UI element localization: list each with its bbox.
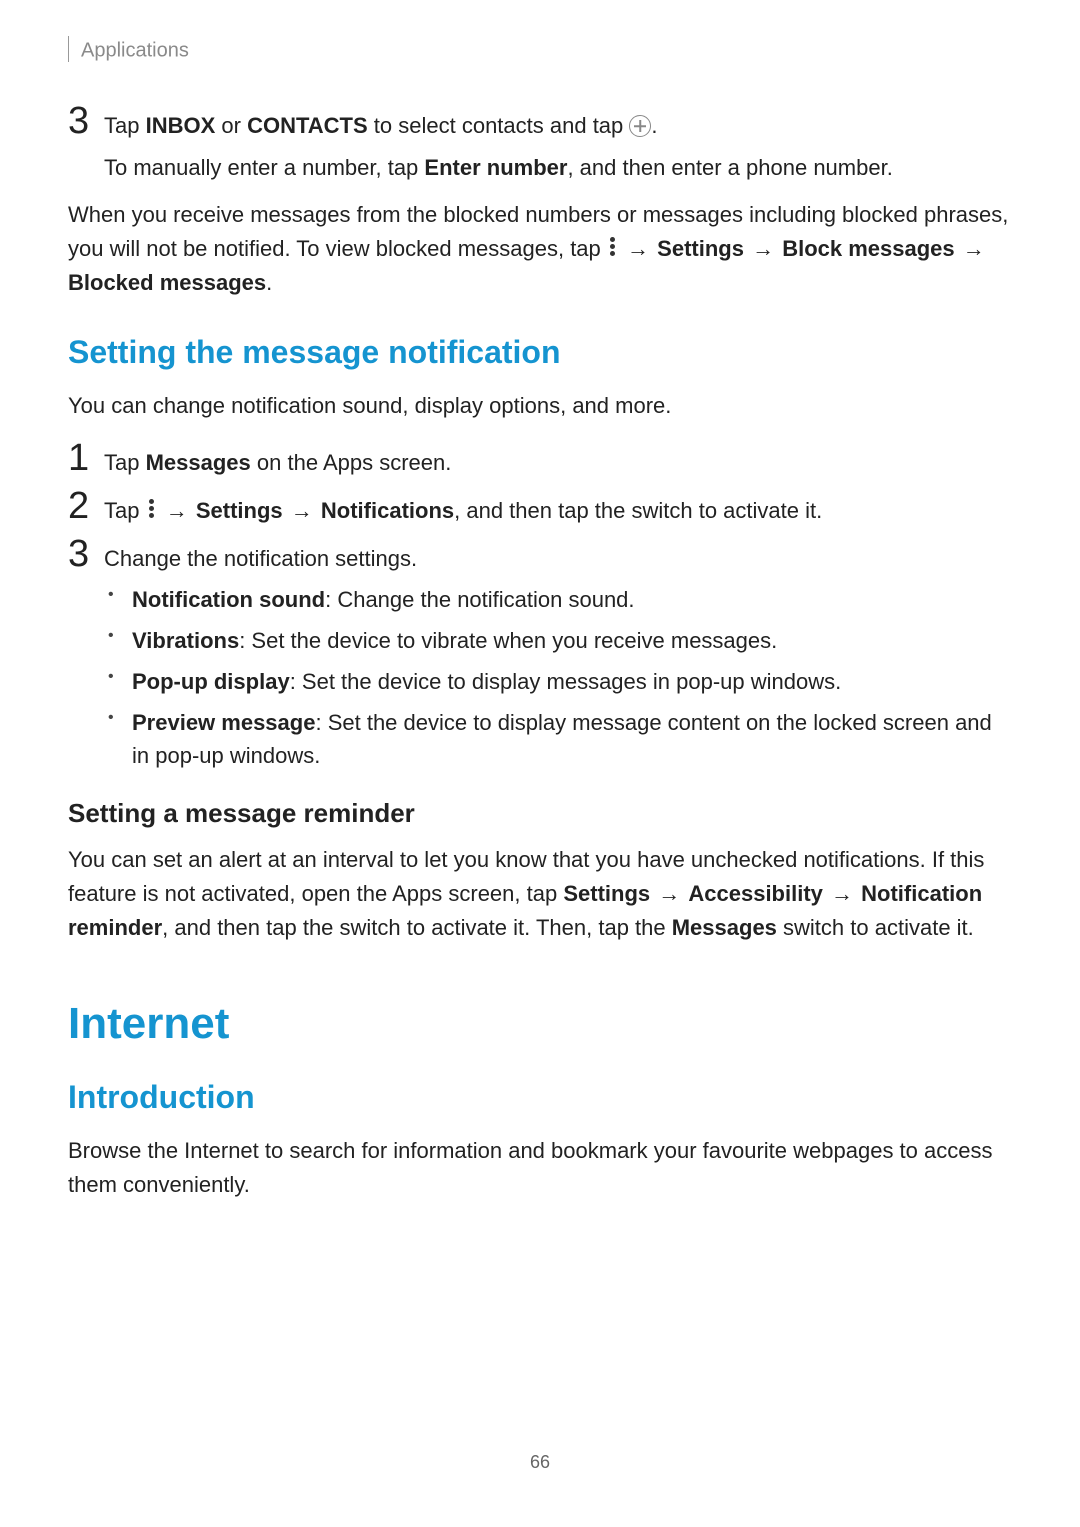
arrow-icon: → — [656, 881, 682, 906]
bullet-text: : Set the device to display messages in … — [290, 669, 842, 694]
notif-step-1: 1 Tap Messages on the Apps screen. — [68, 439, 1012, 479]
page-header: Applications — [68, 38, 1012, 64]
arrow-icon: → — [164, 498, 190, 523]
reminder-paragraph: You can set an alert at an interval to l… — [68, 843, 1012, 945]
notif-step-3: 3 Change the notification settings. — [68, 535, 1012, 575]
bullet-title: Preview message — [132, 710, 315, 735]
plus-circle-icon — [629, 115, 651, 137]
heading-internet: Internet — [68, 999, 1012, 1049]
settings-label: Settings — [657, 236, 744, 261]
settings-label: Settings — [196, 498, 283, 523]
list-item: Preview message: Set the device to displ… — [104, 706, 1012, 772]
text: Tap — [104, 113, 146, 138]
arrow-icon: → — [625, 236, 651, 261]
bullet-title: Pop-up display — [132, 669, 290, 694]
text: Tap — [104, 498, 146, 523]
bullet-text: : Set the device to vibrate when you rec… — [239, 628, 777, 653]
settings-label: Settings — [563, 881, 650, 906]
internet-intro-paragraph: Browse the Internet to search for inform… — [68, 1134, 1012, 1202]
page-number: 66 — [0, 1452, 1080, 1473]
list-item: Vibrations: Set the device to vibrate wh… — [104, 624, 1012, 657]
text: or — [215, 113, 247, 138]
list-item: Notification sound: Change the notificat… — [104, 583, 1012, 616]
text: to select contacts and tap — [368, 113, 630, 138]
arrow-icon: → — [289, 498, 315, 523]
list-item: Pop-up display: Set the device to displa… — [104, 665, 1012, 698]
notification-settings-list: Notification sound: Change the notificat… — [104, 583, 1012, 772]
heading-setting-notification: Setting the message notification — [68, 334, 1012, 371]
block-messages-paragraph: When you receive messages from the block… — [68, 198, 1012, 300]
blocked-messages-label: Blocked messages — [68, 270, 266, 295]
bullet-text: : Change the notification sound. — [325, 587, 634, 612]
bullet-title: Notification sound — [132, 587, 325, 612]
arrow-icon: → — [750, 236, 776, 261]
enter-number-label: Enter number — [424, 155, 567, 180]
text: . — [651, 113, 657, 138]
block-messages-label: Block messages — [782, 236, 954, 261]
step-3-sub: To manually enter a number, tap Enter nu… — [104, 152, 1012, 184]
more-options-icon — [146, 497, 158, 520]
notif-step-2-body: Tap → Settings → Notifications, and then… — [104, 487, 1012, 527]
inbox-label: INBOX — [146, 113, 216, 138]
text: , and then tap the switch to activate it… — [162, 915, 672, 940]
arrow-icon: → — [961, 236, 987, 261]
text: switch to activate it. — [777, 915, 974, 940]
notif-step-2: 2 Tap → Settings → Notifications, and th… — [68, 487, 1012, 527]
messages-label: Messages — [146, 450, 251, 475]
step-3-body: Tap INBOX or CONTACTS to select contacts… — [104, 102, 1012, 190]
text: , and then tap the switch to activate it… — [454, 498, 822, 523]
text: . — [266, 270, 272, 295]
text: Tap — [104, 450, 146, 475]
bullet-title: Vibrations — [132, 628, 239, 653]
text: Change the notification settings. — [104, 546, 417, 571]
header-text: Applications — [81, 39, 189, 61]
text: , and then enter a phone number. — [567, 155, 892, 180]
notification-intro: You can change notification sound, displ… — [68, 389, 1012, 423]
step-number-3b: 3 — [68, 535, 104, 573]
header-rule — [68, 36, 69, 62]
step-3-line: Tap INBOX or CONTACTS to select contacts… — [104, 110, 1012, 142]
more-options-icon — [607, 235, 619, 258]
messages-label: Messages — [672, 915, 777, 940]
notif-step-3-body: Change the notification settings. — [104, 535, 1012, 575]
heading-introduction: Introduction — [68, 1079, 1012, 1116]
step-number-3: 3 — [68, 102, 104, 140]
step-number-2: 2 — [68, 487, 104, 525]
notifications-label: Notifications — [321, 498, 454, 523]
accessibility-label: Accessibility — [688, 881, 823, 906]
heading-message-reminder: Setting a message reminder — [68, 798, 1012, 829]
notif-step-1-body: Tap Messages on the Apps screen. — [104, 439, 1012, 479]
text: To manually enter a number, tap — [104, 155, 424, 180]
step-3-top: 3 Tap INBOX or CONTACTS to select contac… — [68, 102, 1012, 190]
document-page: Applications 3 Tap INBOX or CONTACTS to … — [0, 0, 1080, 1202]
step-number-1: 1 — [68, 439, 104, 477]
arrow-icon: → — [829, 881, 855, 906]
text: on the Apps screen. — [251, 450, 452, 475]
contacts-label: CONTACTS — [247, 113, 368, 138]
